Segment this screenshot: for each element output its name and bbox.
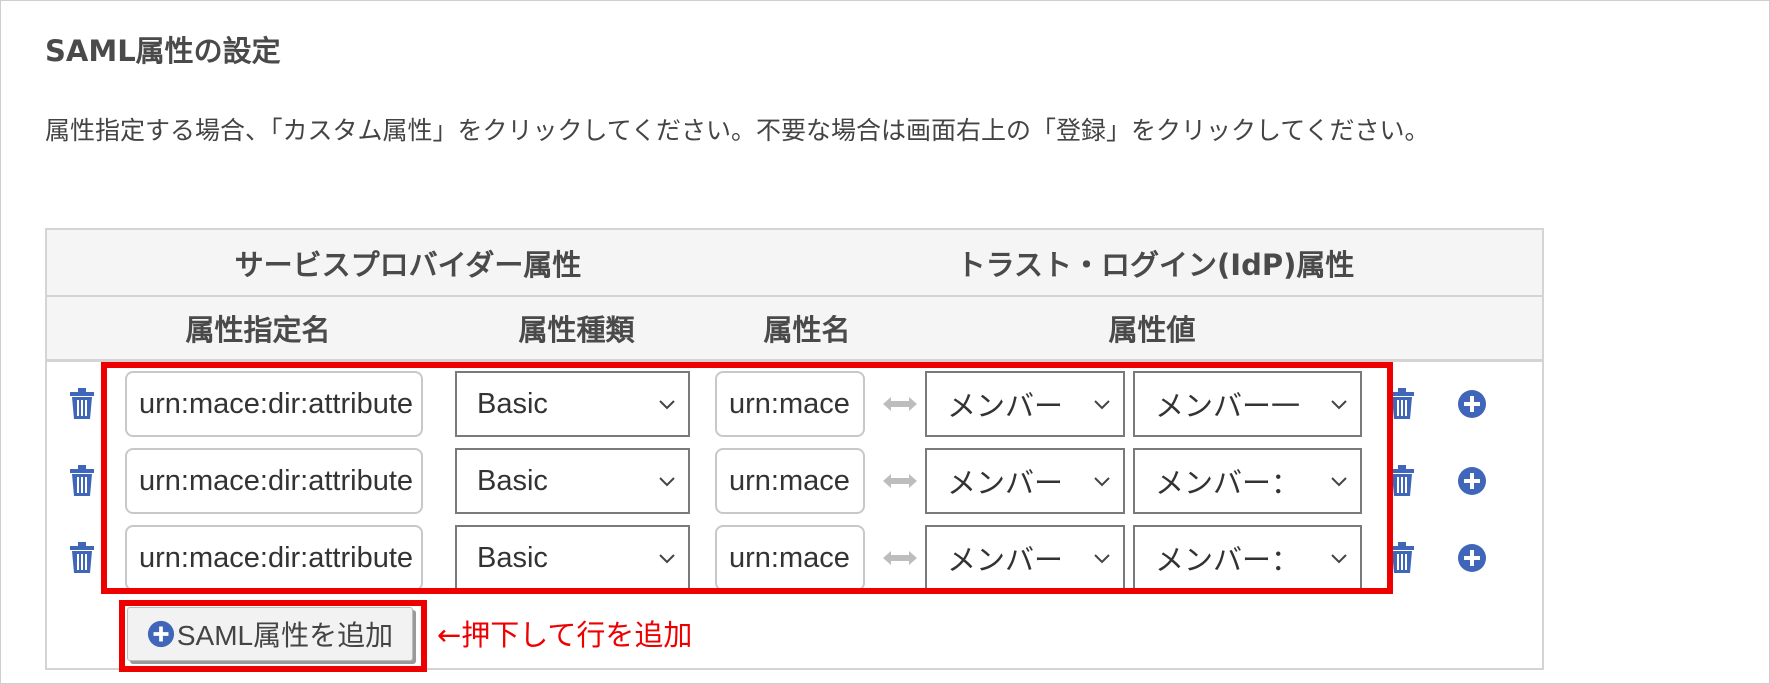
plus-circle-icon[interactable] xyxy=(1457,543,1487,573)
section-description: 属性指定する場合、「カスタム属性」をクリックしてください。不要な場合は画面右上の… xyxy=(45,116,1430,145)
column-header-row: 属性指定名 属性種類 属性名 属性値 xyxy=(47,297,1542,362)
add-saml-attribute-button[interactable]: SAML属性を追加 xyxy=(127,607,413,661)
trash-icon[interactable] xyxy=(67,387,97,421)
highlight-rows-box xyxy=(101,362,1393,594)
col-attr-value: 属性値 xyxy=(1108,313,1196,347)
trash-icon[interactable] xyxy=(67,464,97,498)
idp-attributes-header: トラスト・ログイン(IdP)属性 xyxy=(956,247,1355,282)
plus-circle-icon xyxy=(147,620,174,648)
annotation-note: ←押下して行を追加 xyxy=(437,618,693,652)
group-header-row: サービスプロバイダー属性 トラスト・ログイン(IdP)属性 xyxy=(47,230,1542,297)
col-attr-type: 属性種類 xyxy=(518,313,635,347)
plus-circle-icon[interactable] xyxy=(1457,466,1487,496)
col-attr-name: 属性名 xyxy=(763,313,851,347)
section-title: SAML属性の設定 xyxy=(45,34,281,68)
add-saml-attribute-label: SAML属性を追加 xyxy=(176,620,394,651)
col-attr-spec-name: 属性指定名 xyxy=(185,313,331,347)
plus-circle-icon[interactable] xyxy=(1457,389,1487,419)
sp-attributes-header: サービスプロバイダー属性 xyxy=(234,247,582,282)
trash-icon[interactable] xyxy=(67,541,97,575)
